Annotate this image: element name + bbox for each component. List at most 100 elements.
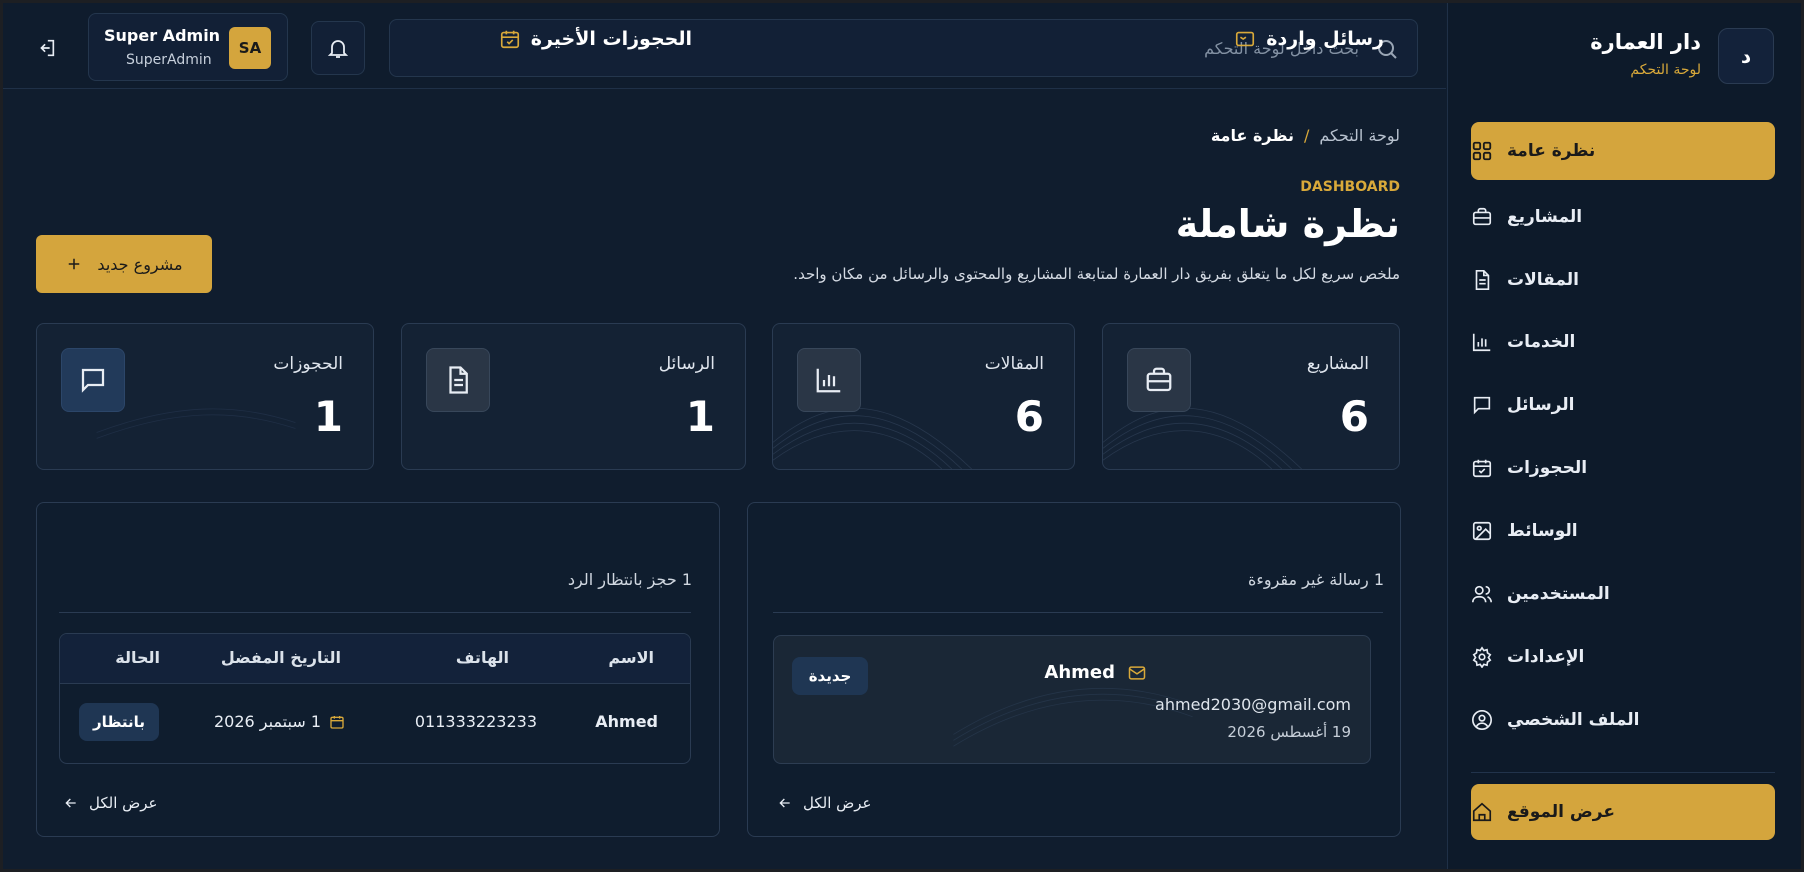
- sidebar-item-settings[interactable]: الإعدادات: [1471, 628, 1775, 686]
- brand-subtitle: لوحة التحكم: [1630, 62, 1701, 78]
- sidebar-item-label: نظرة عامة: [1507, 141, 1596, 161]
- bookings-table: الاسم الهاتف التاريخ المفضل الحالة Ahmed…: [59, 633, 691, 764]
- mail-tag-icon: [1234, 28, 1256, 50]
- sidebar-item-projects[interactable]: المشاريع: [1471, 188, 1775, 246]
- avatar[interactable]: SA: [229, 27, 271, 69]
- briefcase-icon: [1127, 348, 1191, 412]
- chat-icon: [1471, 394, 1493, 416]
- sidebar-item-label: المستخدمين: [1507, 584, 1610, 604]
- briefcase-icon: [1471, 206, 1493, 228]
- stat-card-bookings[interactable]: الحجوزات 1: [36, 323, 374, 470]
- column-header-name: الاسم: [608, 648, 654, 667]
- messages-panel-subtitle: 1 رسالة غير مقروءة: [1247, 570, 1384, 589]
- column-header-phone: الهاتف: [455, 648, 509, 667]
- grid-icon: [1471, 140, 1493, 162]
- sidebar-item-label: الحجوزات: [1507, 458, 1588, 478]
- sidebar-item-services[interactable]: الخدمات: [1471, 313, 1775, 371]
- gear-icon: [1471, 646, 1493, 668]
- column-header-status: الحالة: [115, 648, 160, 667]
- new-project-label: مشروع جديد: [97, 254, 183, 274]
- breadcrumb-root[interactable]: لوحة التحكم: [1319, 126, 1400, 145]
- sidebar-item-label: الملف الشخصي: [1507, 710, 1640, 730]
- stat-label: المقالات: [984, 354, 1044, 374]
- message-email: ahmed2030@gmail.com: [1155, 695, 1351, 714]
- calendar-icon: [329, 714, 345, 730]
- breadcrumb-current: نظرة عامة: [1210, 126, 1294, 145]
- sidebar-item-bookings[interactable]: الحجوزات: [1471, 439, 1775, 497]
- sidebar-item-overview[interactable]: نظرة عامة: [1471, 122, 1775, 180]
- page-eyebrow: DASHBOARD: [1300, 179, 1400, 195]
- calendar-icon: [1471, 457, 1493, 479]
- home-icon: [1471, 801, 1493, 823]
- status-badge: جديدة: [792, 657, 868, 695]
- messages-panel-title: رسائل واردة: [1234, 28, 1384, 50]
- page-title: نظرة شاملة: [1175, 202, 1400, 246]
- brand-title: دار العمارة: [1590, 30, 1701, 54]
- sidebar-item-messages[interactable]: الرسائل: [1471, 376, 1775, 434]
- breadcrumb-separator: /: [1303, 126, 1310, 145]
- brand-logo[interactable]: د: [1718, 28, 1774, 84]
- notifications-button[interactable]: [311, 21, 365, 75]
- bookings-title-text: الحجوزات الأخيرة: [530, 28, 692, 50]
- sidebar-item-media[interactable]: الوسائط: [1471, 502, 1775, 560]
- sidebar-item-label: الوسائط: [1507, 521, 1578, 541]
- page-description: ملخص سريع لكل ما يتعلق بفريق دار العمارة…: [793, 265, 1400, 283]
- stat-value: 6: [1014, 392, 1044, 441]
- messages-view-all-link[interactable]: عرض الكل: [777, 794, 872, 812]
- stat-label: الحجوزات: [273, 354, 343, 374]
- plus-icon: [65, 255, 83, 273]
- stat-card-projects[interactable]: المشاريع 6: [1102, 323, 1400, 470]
- user-circle-icon: [1471, 709, 1493, 731]
- breadcrumb: لوحة التحكم / نظرة عامة: [1211, 126, 1400, 145]
- messages-title-text: رسائل واردة: [1266, 28, 1384, 50]
- bookings-view-all-link[interactable]: عرض الكل: [63, 794, 158, 812]
- divider: [773, 612, 1383, 613]
- user-name: Super Admin: [104, 26, 221, 45]
- arrow-left-icon: [777, 795, 793, 811]
- envelope-icon: [1127, 663, 1147, 683]
- arrow-left-icon: [63, 795, 79, 811]
- sidebar-item-label: الإعدادات: [1507, 647, 1585, 667]
- document-icon: [1471, 269, 1493, 291]
- cell-date: 1 سبتمبر 2026: [214, 712, 345, 731]
- message-sender-name: Ahmed: [1044, 662, 1147, 683]
- view-all-label: عرض الكل: [803, 794, 872, 812]
- sidebar-item-profile[interactable]: الملف الشخصي: [1471, 691, 1775, 749]
- view-site-button[interactable]: عرض الموقع: [1471, 784, 1775, 840]
- divider: [59, 612, 691, 613]
- stat-label: الرسائل: [658, 354, 715, 374]
- sidebar-item-label: الرسائل: [1507, 395, 1575, 415]
- new-project-button[interactable]: مشروع جديد: [36, 235, 212, 293]
- cell-date-text: 1 سبتمبر 2026: [213, 712, 321, 731]
- column-header-date: التاريخ المفضل: [220, 648, 341, 667]
- sidebar-item-label: الخدمات: [1507, 332, 1576, 352]
- cell-phone: 011333223233: [414, 712, 537, 731]
- view-all-label: عرض الكل: [89, 794, 158, 812]
- stat-card-articles[interactable]: المقالات 6: [772, 323, 1075, 470]
- users-icon: [1471, 583, 1493, 605]
- document-icon: [426, 348, 490, 412]
- stat-label: المشاريع: [1306, 354, 1369, 374]
- sidebar-item-articles[interactable]: المقالات: [1471, 251, 1775, 309]
- message-date: 19 أغسطس 2026: [1227, 723, 1351, 741]
- user-handle: SuperAdmin: [126, 52, 212, 68]
- status-badge: بانتظار: [79, 703, 159, 741]
- calendar-icon: [499, 28, 521, 50]
- image-icon: [1471, 520, 1493, 542]
- sidebar-item-users[interactable]: المستخدمين: [1471, 565, 1775, 623]
- bar-chart-icon: [797, 348, 861, 412]
- bar-chart-icon: [1471, 331, 1493, 353]
- message-sender-text: Ahmed: [1044, 662, 1115, 683]
- stat-value: 1: [685, 392, 715, 441]
- sidebar-divider: [1471, 772, 1775, 773]
- bell-icon: [326, 36, 350, 60]
- logout-icon[interactable]: [34, 36, 58, 60]
- bookings-panel-title: الحجوزات الأخيرة: [499, 28, 692, 50]
- view-site-label: عرض الموقع: [1507, 802, 1615, 822]
- stat-value: 6: [1339, 392, 1369, 441]
- sidebar-item-label: المشاريع: [1507, 207, 1583, 227]
- bookings-panel-subtitle: 1 حجز بانتظار الرد: [567, 570, 692, 589]
- cell-name: Ahmed: [595, 712, 658, 731]
- stat-value: 1: [313, 392, 343, 441]
- stat-card-messages[interactable]: الرسائل 1: [401, 323, 746, 470]
